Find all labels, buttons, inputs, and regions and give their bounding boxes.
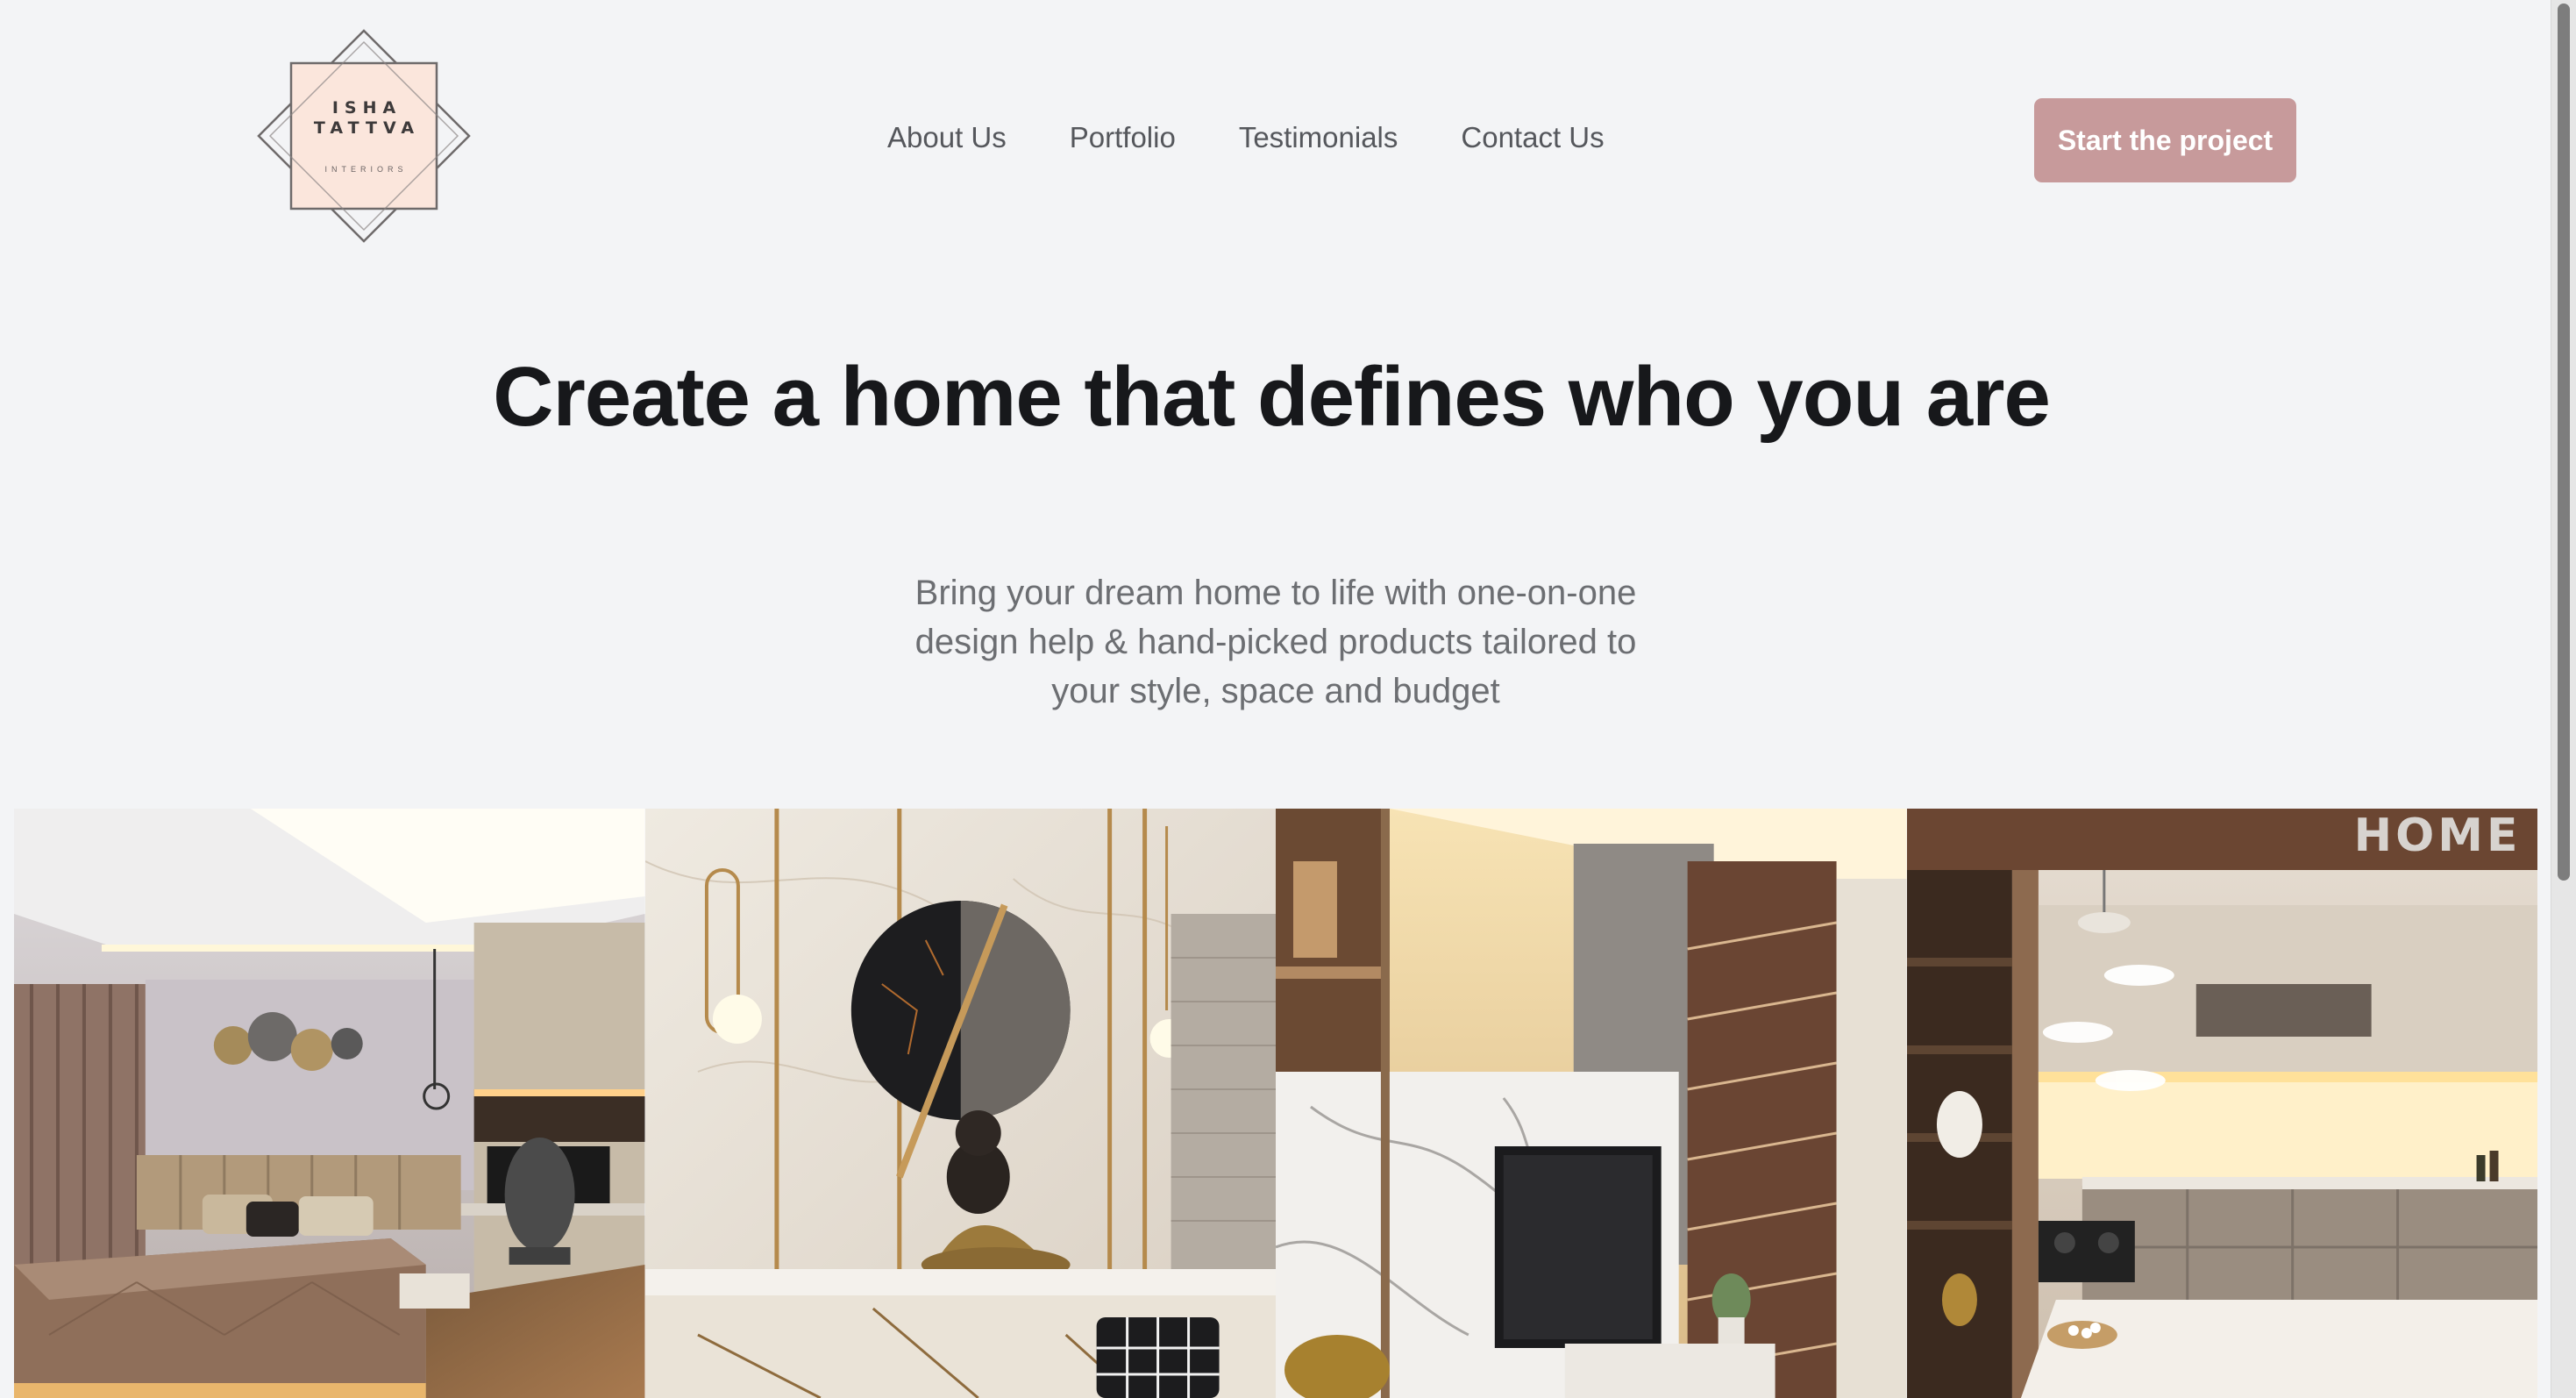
living-room-image [644,809,1276,1398]
gallery-photo-tv-wall [1276,809,1907,1398]
gallery-photo-kitchen: HOME [1906,809,2537,1398]
hero-subtitle-line-3: your style, space and budget [1051,672,1500,710]
nav-link-about[interactable]: About Us [887,121,1007,154]
logo-wordmark: ISHA TATTVA INTERIORS [254,26,473,246]
start-project-button[interactable]: Start the project [2034,98,2296,182]
brand-logo[interactable]: ISHA TATTVA INTERIORS [254,26,473,246]
kitchen-image: HOME [1906,809,2537,1398]
gallery-photo-bedroom [14,809,645,1398]
logo-subtitle: INTERIORS [324,165,408,174]
hero-subtitle: Bring your dream home to life with one-o… [842,568,1710,716]
hero-title: Create a home that defines who you are [493,350,2051,444]
hero-subtitle-line-1: Bring your dream home to life with one-o… [914,574,1637,612]
main-nav: About Us Portfolio Testimonials Contact … [887,121,1605,154]
page-scrollbar[interactable] [2551,0,2576,1398]
logo-line-2: TATTVA [313,118,421,138]
hero-subtitle-line-2: design help & hand-picked products tailo… [914,623,1637,661]
bedroom-image [14,809,645,1398]
nav-link-testimonials[interactable]: Testimonials [1239,121,1398,154]
nav-link-contact[interactable]: Contact Us [1461,121,1604,154]
svg-text:HOME: HOME [2353,810,2521,862]
scrollbar-thumb[interactable] [2558,4,2570,881]
portfolio-gallery: HOME [14,809,2537,1398]
logo-line-1: ISHA [331,98,402,118]
landing-page: ISHA TATTVA INTERIORS About Us Portfolio… [0,0,2576,1398]
nav-link-portfolio[interactable]: Portfolio [1070,121,1176,154]
gallery-photo-living-room [644,809,1276,1398]
tv-wall-image [1276,809,1907,1398]
